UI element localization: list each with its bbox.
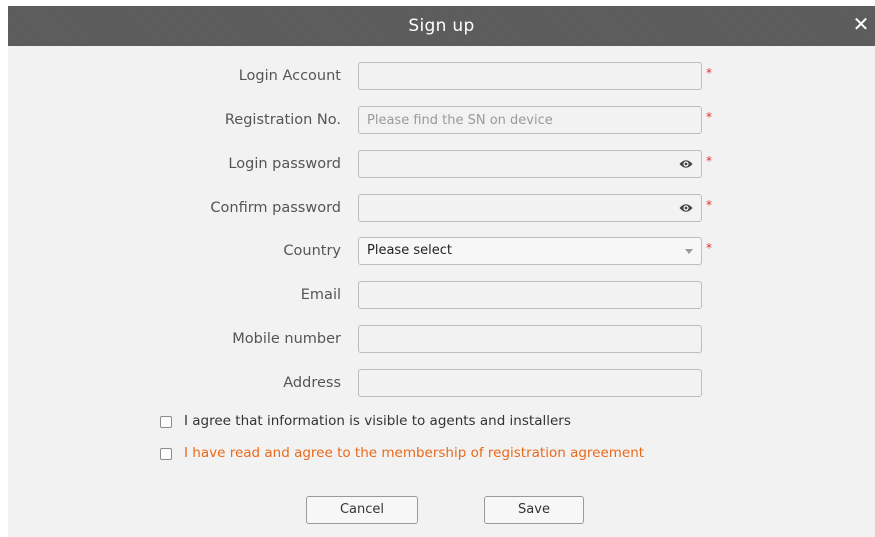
registration-no-input[interactable] xyxy=(359,107,685,133)
login-account-input[interactable] xyxy=(359,63,685,89)
email-label: Email xyxy=(300,287,341,303)
eye-icon[interactable] xyxy=(679,158,693,170)
agree-membership-checkbox[interactable] xyxy=(160,448,172,460)
country-select[interactable]: Please select xyxy=(358,237,702,265)
agree-visible-checkbox[interactable] xyxy=(160,416,172,428)
country-selected-value: Please select xyxy=(367,243,452,258)
country-label: Country xyxy=(283,243,341,259)
dialog-title: Sign up xyxy=(408,16,475,36)
required-marker: * xyxy=(706,241,712,255)
registration-no-row: Registration No. * xyxy=(8,106,875,134)
confirm-password-field[interactable] xyxy=(358,194,702,222)
mobile-row: Mobile number xyxy=(8,325,875,353)
login-account-label: Login Account xyxy=(238,68,341,84)
address-input[interactable] xyxy=(359,370,685,396)
country-row: Country Please select * xyxy=(8,237,875,265)
registration-no-field[interactable] xyxy=(358,106,702,134)
membership-agreement-link[interactable]: I have read and agree to the membership … xyxy=(184,443,644,463)
confirm-password-row: Confirm password * xyxy=(8,194,875,222)
dialog-titlebar: Sign up ✕ xyxy=(8,6,875,46)
required-marker: * xyxy=(706,66,712,80)
agree-membership-row[interactable]: I have read and agree to the membership … xyxy=(160,443,860,463)
agree-visible-label[interactable]: I agree that information is visible to a… xyxy=(184,411,571,431)
required-marker: * xyxy=(706,198,712,212)
registration-no-label: Registration No. xyxy=(224,112,341,128)
address-field[interactable] xyxy=(358,369,702,397)
email-field[interactable] xyxy=(358,281,702,309)
login-account-field[interactable] xyxy=(358,62,702,90)
mobile-field[interactable] xyxy=(358,325,702,353)
email-row: Email xyxy=(8,281,875,309)
confirm-password-input[interactable] xyxy=(359,195,685,221)
confirm-password-label: Confirm password xyxy=(210,200,341,216)
mobile-label: Mobile number xyxy=(232,331,341,347)
required-marker: * xyxy=(706,154,712,168)
cancel-button[interactable]: Cancel xyxy=(306,496,418,524)
login-password-label: Login password xyxy=(228,156,341,172)
mobile-input[interactable] xyxy=(359,326,685,352)
chevron-down-icon xyxy=(685,249,693,254)
close-icon[interactable]: ✕ xyxy=(849,12,873,36)
email-input[interactable] xyxy=(359,282,685,308)
save-button[interactable]: Save xyxy=(484,496,584,524)
login-password-row: Login password * xyxy=(8,150,875,178)
address-label: Address xyxy=(283,375,341,391)
agree-visible-row[interactable]: I agree that information is visible to a… xyxy=(160,411,860,431)
eye-icon[interactable] xyxy=(679,202,693,214)
required-marker: * xyxy=(706,110,712,124)
address-row: Address xyxy=(8,369,875,397)
login-password-input[interactable] xyxy=(359,151,685,177)
login-password-field[interactable] xyxy=(358,150,702,178)
login-account-row: Login Account * xyxy=(8,62,875,90)
sign-up-dialog: Sign up ✕ Login Account * Registration N… xyxy=(8,6,875,537)
